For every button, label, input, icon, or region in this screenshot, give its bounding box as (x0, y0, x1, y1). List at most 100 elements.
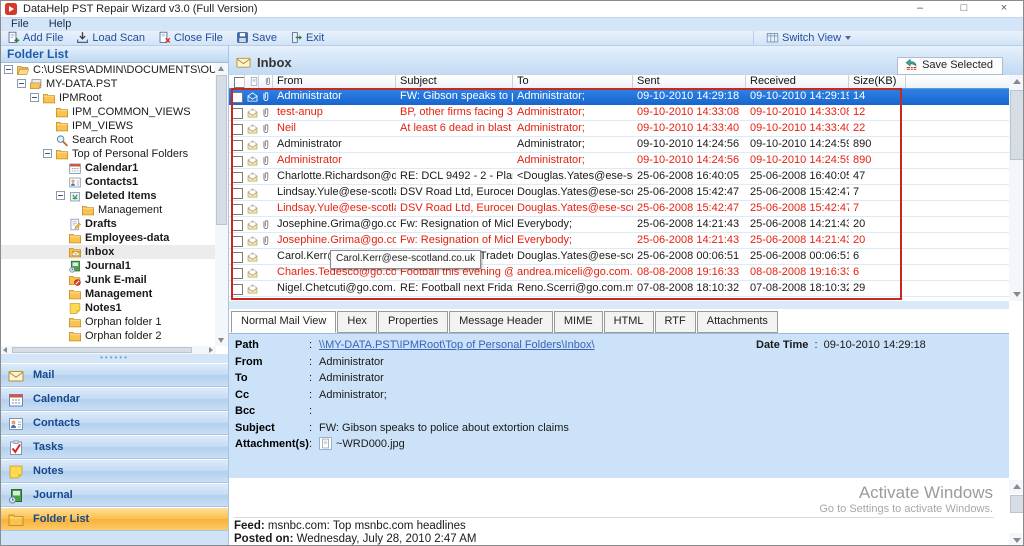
column-header-received[interactable]: Received (746, 75, 849, 88)
scroll-thumb[interactable] (216, 75, 227, 225)
tab-mime[interactable]: MIME (554, 311, 603, 333)
toolbar-close-file-button[interactable]: Close File (152, 31, 230, 46)
scroll-down-arrow[interactable] (1009, 287, 1024, 301)
tab-properties[interactable]: Properties (378, 311, 448, 333)
toolbar-exit-button[interactable]: Exit (284, 31, 331, 46)
tree-item-junk-e-mail[interactable]: Junk E-mail (1, 273, 228, 287)
mail-row[interactable]: AdministratorFW: Gibson speaks to police… (229, 89, 1009, 105)
tree-expander-minus-icon[interactable] (56, 191, 65, 200)
tree-item-management[interactable]: Management (1, 203, 228, 217)
row-checkbox[interactable] (229, 185, 245, 200)
tree-expander-minus-icon[interactable] (17, 79, 26, 88)
tree-expander-minus-icon[interactable] (43, 149, 52, 158)
scroll-right-arrow[interactable] (206, 346, 216, 354)
tree-item-drafts[interactable]: Drafts (1, 217, 228, 231)
tree-item-contacts1[interactable]: Contacts1 (1, 175, 228, 189)
tree-item-inbox[interactable]: Inbox (1, 245, 228, 259)
mail-list-column-header[interactable]: FromSubjectToSentReceivedSize(KB) (229, 75, 1009, 89)
scroll-up-arrow[interactable] (1009, 75, 1024, 89)
mail-row[interactable]: Lindsay.Yule@ese-scotland.c...DSV Road L… (229, 201, 1009, 217)
scroll-thumb[interactable] (1010, 495, 1024, 513)
nav-item-calendar[interactable]: Calendar (1, 387, 228, 411)
mail-row[interactable]: Nigel.Chetcuti@go.com.mtRE: Football nex… (229, 281, 1009, 297)
tree-item-c-users-admin-documents-outlook-f[interactable]: C:\USERS\ADMIN\DOCUMENTS\OUTLOOK F (1, 63, 228, 77)
row-checkbox[interactable] (229, 201, 245, 216)
mail-row[interactable]: AdministratorAdministrator;09-10-2010 14… (229, 137, 1009, 153)
row-checkbox[interactable] (229, 265, 245, 280)
tree-item-management[interactable]: Management (1, 287, 228, 301)
row-checkbox[interactable] (229, 249, 245, 264)
row-checkbox[interactable] (229, 169, 245, 184)
tree-item-top-of-personal-folders[interactable]: Top of Personal Folders (1, 147, 228, 161)
tree-item-my-data-pst[interactable]: MY-DATA.PST (1, 77, 228, 91)
mail-row[interactable]: Charlotte.Richardson@dexio...RE: DCL 949… (229, 169, 1009, 185)
column-header-subject[interactable]: Subject (396, 75, 513, 88)
tree-item-ipm-common-views[interactable]: IPM_COMMON_VIEWS (1, 105, 228, 119)
maximize-button[interactable]: □ (949, 1, 979, 16)
mail-row[interactable]: Josephine.Grima@go.com.mtFw: Resignation… (229, 233, 1009, 249)
mail-row[interactable]: NeilAt least 6 dead in blast at Ch...Adm… (229, 121, 1009, 137)
row-checkbox[interactable] (229, 121, 245, 136)
minimize-button[interactable]: – (905, 1, 935, 16)
mail-row[interactable]: AdministratorAdministrator;09-10-2010 14… (229, 153, 1009, 169)
row-checkbox[interactable] (229, 153, 245, 168)
tab-message-header[interactable]: Message Header (449, 311, 553, 333)
tree-item-search-root[interactable]: Search Root (1, 133, 228, 147)
tree-item-ipmroot[interactable]: IPMRoot (1, 91, 228, 105)
detail-value[interactable]: \\MY-DATA.PST\IPMRoot\Top of Personal Fo… (319, 337, 595, 353)
mail-row[interactable]: Josephine.Grima@go.com.mtFw: Resignation… (229, 217, 1009, 233)
column-header-from[interactable]: From (273, 75, 396, 88)
row-checkbox[interactable] (229, 217, 245, 232)
column-header-sent[interactable]: Sent (633, 75, 746, 88)
scroll-down-arrow[interactable] (215, 335, 228, 346)
column-item-type-header[interactable] (245, 75, 259, 88)
save-selected-button[interactable]: Save Selected (897, 57, 1003, 75)
column-attachment-header[interactable] (259, 75, 273, 88)
close-button[interactable]: × (989, 1, 1019, 16)
tab-html[interactable]: HTML (604, 311, 654, 333)
column-header-sizekb[interactable]: Size(KB) (849, 75, 906, 88)
nav-item-notes[interactable]: Notes (1, 459, 228, 483)
tree-expander-minus-icon[interactable] (30, 93, 39, 102)
tab-rtf[interactable]: RTF (655, 311, 696, 333)
bottom-vertical-scrollbar[interactable] (1009, 480, 1024, 546)
scroll-up-arrow[interactable] (215, 63, 228, 74)
tree-item-calendar1[interactable]: Calendar1 (1, 161, 228, 175)
toolbar-save-button[interactable]: Save (230, 31, 284, 46)
panel-splitter[interactable]: •••••• (1, 354, 228, 363)
tree-vertical-scrollbar[interactable] (215, 63, 228, 346)
mail-list-vertical-scrollbar[interactable] (1009, 75, 1024, 301)
nav-item-folder-list[interactable]: Folder List (1, 507, 228, 531)
tree-item-orphan-folder-2[interactable]: Orphan folder 2 (1, 329, 228, 343)
nav-item-tasks[interactable]: Tasks (1, 435, 228, 459)
toolbar-load-scan-button[interactable]: Load Scan (70, 31, 152, 46)
row-checkbox[interactable] (229, 105, 245, 120)
tree-item-employees-data[interactable]: Employees-data (1, 231, 228, 245)
row-checkbox[interactable] (229, 89, 245, 105)
mail-row[interactable]: test-anupBP, other firms facing 300 la..… (229, 105, 1009, 121)
scroll-thumb[interactable] (1010, 90, 1024, 160)
row-checkbox[interactable] (229, 233, 245, 248)
scroll-left-arrow[interactable] (1, 346, 11, 354)
column-checkbox-header[interactable] (229, 75, 245, 88)
scroll-down-arrow[interactable] (1009, 533, 1024, 546)
row-checkbox[interactable] (229, 137, 245, 152)
nav-item-contacts[interactable]: Contacts (1, 411, 228, 435)
tab-hex[interactable]: Hex (337, 311, 377, 333)
menu-file[interactable]: File (1, 18, 39, 31)
tree-item-deleted-items[interactable]: Deleted Items (1, 189, 228, 203)
nav-item-mail[interactable]: Mail (1, 363, 228, 387)
tree-item-notes1[interactable]: Notes1 (1, 301, 228, 315)
switch-view-button[interactable]: Switch View (760, 31, 858, 46)
scroll-up-arrow[interactable] (1009, 480, 1024, 494)
tree-expander-minus-icon[interactable] (4, 65, 13, 74)
tree-item-ipm-views[interactable]: IPM_VIEWS (1, 119, 228, 133)
tree-item-journal1[interactable]: Journal1 (1, 259, 228, 273)
tab-normal-mail-view[interactable]: Normal Mail View (231, 311, 336, 333)
column-header-to[interactable]: To (513, 75, 633, 88)
tab-attachments[interactable]: Attachments (697, 311, 778, 333)
mail-row[interactable]: Lindsay.Yule@ese-scotland.c...DSV Road L… (229, 185, 1009, 201)
row-checkbox[interactable] (229, 281, 245, 296)
nav-item-journal[interactable]: Journal (1, 483, 228, 507)
menu-help[interactable]: Help (39, 18, 82, 31)
